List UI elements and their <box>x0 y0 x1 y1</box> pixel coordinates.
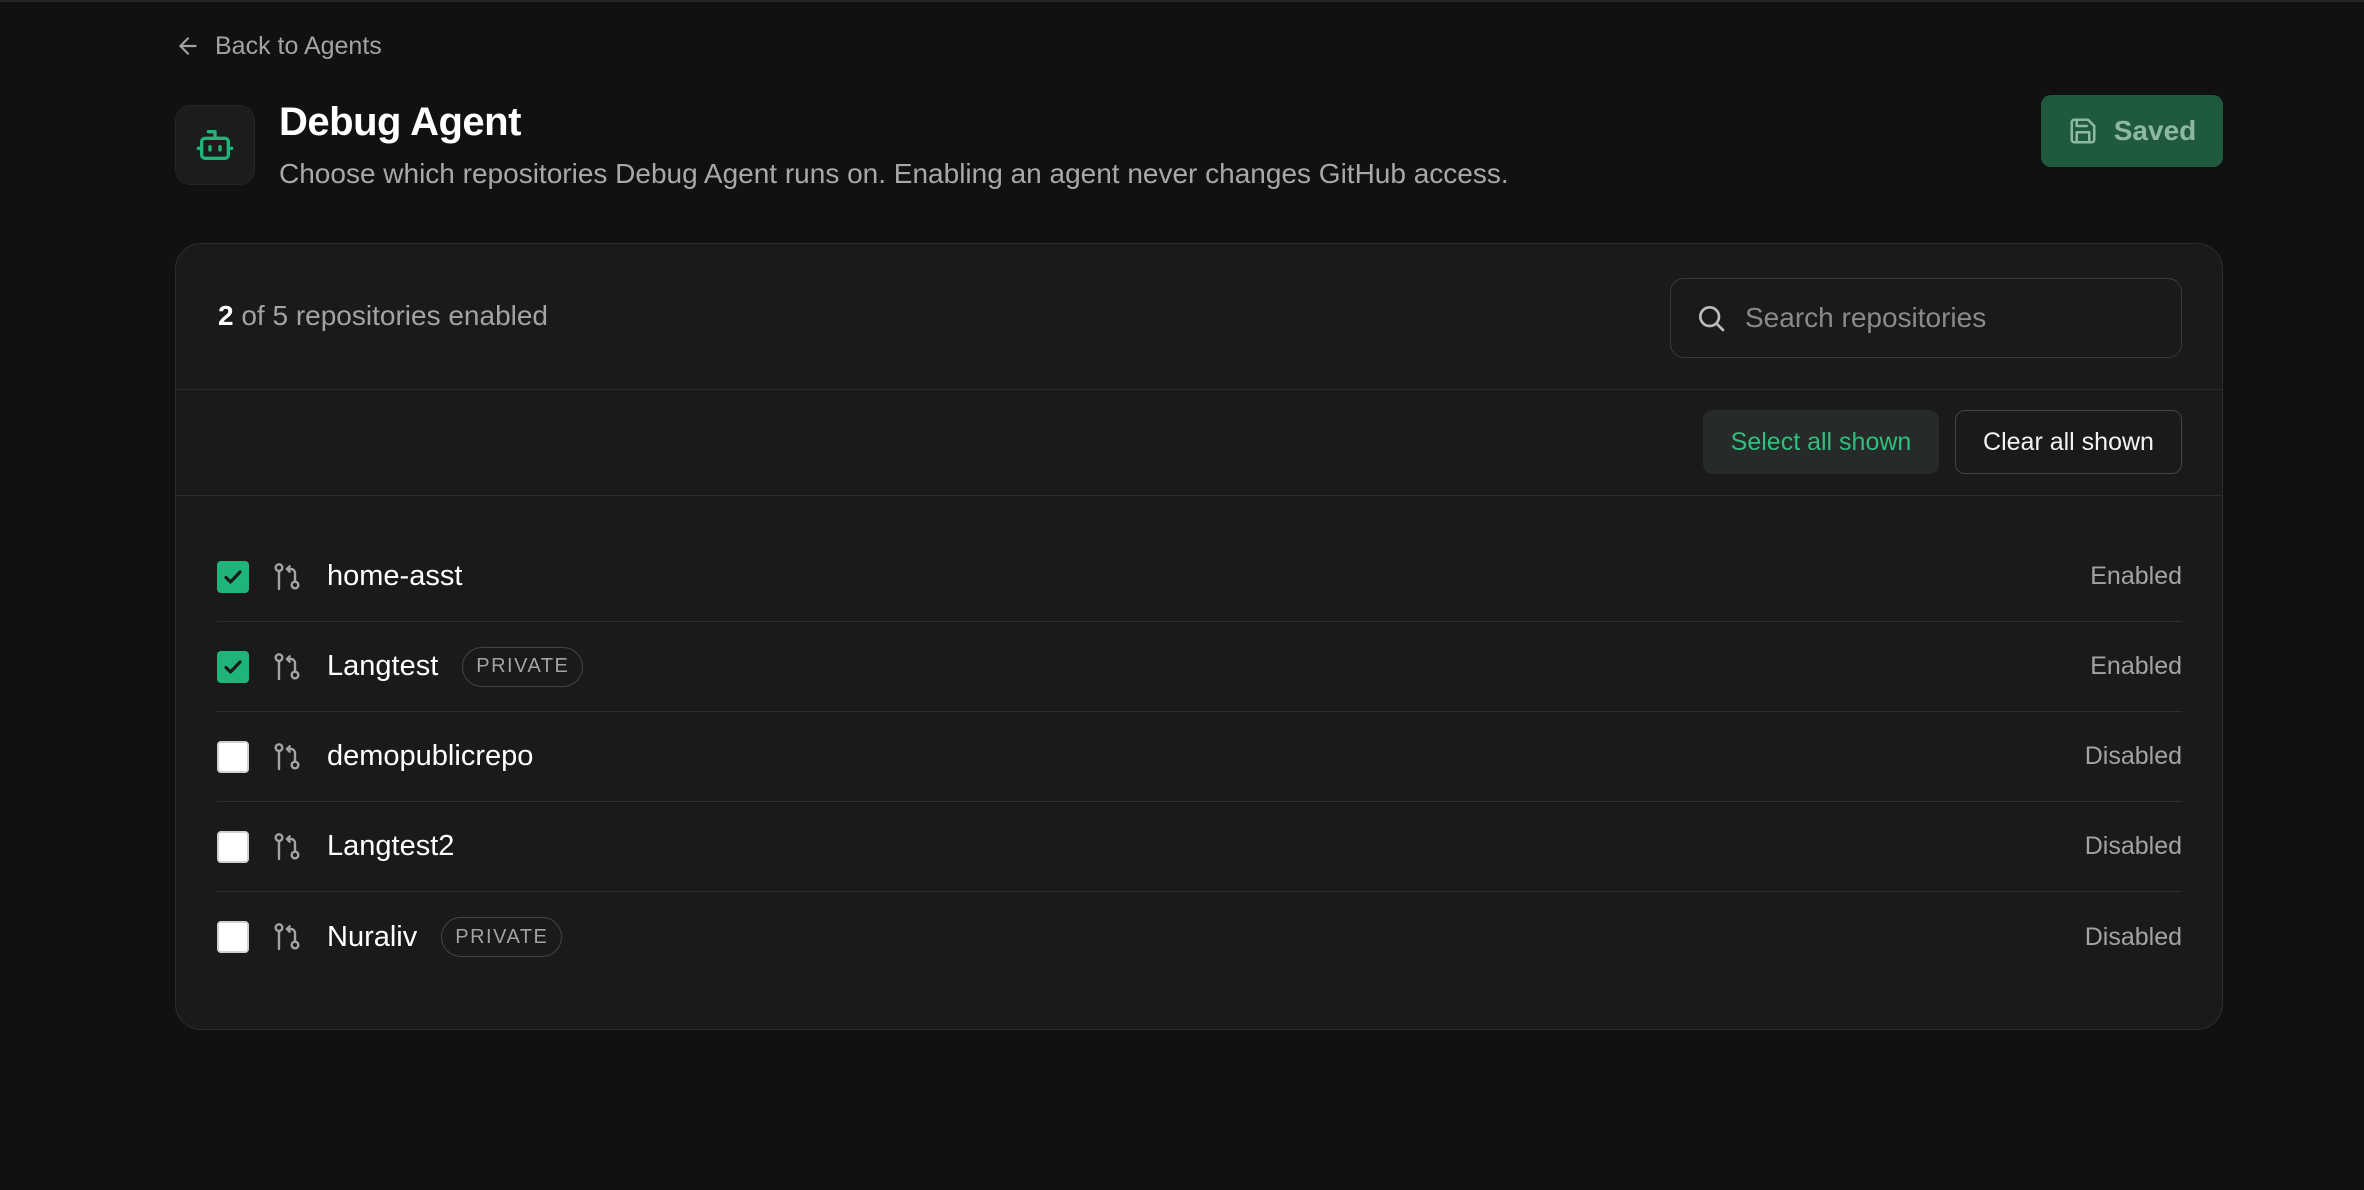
repo-name: Langtest2 <box>327 830 455 862</box>
enabled-count-number: 2 <box>218 300 234 331</box>
repo-name: Nuraliv <box>327 920 418 953</box>
git-pull-request-icon <box>274 652 300 680</box>
repo-checkbox[interactable] <box>217 650 249 683</box>
repo-row[interactable]: Langtest PRIVATE Enabled <box>217 622 2182 712</box>
checkmark-icon <box>224 659 242 674</box>
page-subtitle: Choose which repositories Debug Agent ru… <box>279 158 1509 189</box>
private-badge: PRIVATE <box>462 646 584 687</box>
back-link-label: Back to Agents <box>215 31 382 60</box>
card-header: 2 of 5 repositories enabled <box>176 244 2222 390</box>
checkmark-icon <box>224 569 242 584</box>
agent-avatar <box>175 105 255 185</box>
saved-button[interactable]: Saved <box>2041 95 2223 167</box>
repo-status: Enabled <box>2090 652 2182 680</box>
git-pull-request-icon <box>274 562 300 590</box>
repo-row[interactable]: Nuraliv PRIVATE Disabled <box>217 892 2182 982</box>
repo-name: demopublicrepo <box>327 740 534 772</box>
repo-name: home-asst <box>327 560 463 592</box>
page-title: Debug Agent <box>279 100 521 144</box>
git-pull-request-icon <box>274 923 300 951</box>
repo-checkbox[interactable] <box>217 921 249 953</box>
repo-status: Disabled <box>2084 742 2182 770</box>
repo-status: Disabled <box>2084 922 2182 951</box>
clear-all-shown-button[interactable]: Clear all shown <box>1955 410 2182 474</box>
enabled-count: 2 of 5 repositories enabled <box>218 300 548 332</box>
select-all-shown-button[interactable]: Select all shown <box>1703 410 1939 474</box>
search-input[interactable] <box>1745 302 2181 334</box>
repo-name: Langtest <box>327 650 439 682</box>
repo-row[interactable]: Langtest2 Disabled <box>217 802 2182 892</box>
repo-status: Enabled <box>2090 562 2182 590</box>
repo-status: Disabled <box>2084 832 2182 860</box>
git-pull-request-icon <box>274 832 300 860</box>
back-to-agents-link[interactable]: Back to Agents <box>175 30 382 62</box>
search-icon <box>1699 306 1725 332</box>
private-badge: PRIVATE <box>441 917 563 957</box>
repo-checkbox[interactable] <box>217 830 249 863</box>
arrow-left-icon <box>179 37 197 55</box>
bulk-actions-bar: Select all shown Clear all shown <box>176 390 2222 496</box>
git-pull-request-icon <box>274 742 300 770</box>
top-divider <box>0 0 2364 2</box>
repo-row[interactable]: home-asst Enabled <box>217 532 2182 622</box>
repo-checkbox[interactable] <box>217 740 249 773</box>
repository-list: home-asst Enabled Langtest PRIVATE Enabl… <box>217 532 2182 982</box>
floppy-disk-icon <box>2070 118 2096 144</box>
enabled-count-label: of 5 repositories enabled <box>241 300 549 331</box>
repo-checkbox[interactable] <box>217 560 249 593</box>
robot-icon <box>196 130 234 160</box>
search-box[interactable] <box>1670 278 2182 358</box>
repositories-card: 2 of 5 repositories enabled Select all s… <box>175 243 2223 1030</box>
saved-button-label: Saved <box>2113 115 2197 146</box>
repo-row[interactable]: demopublicrepo Disabled <box>217 712 2182 802</box>
